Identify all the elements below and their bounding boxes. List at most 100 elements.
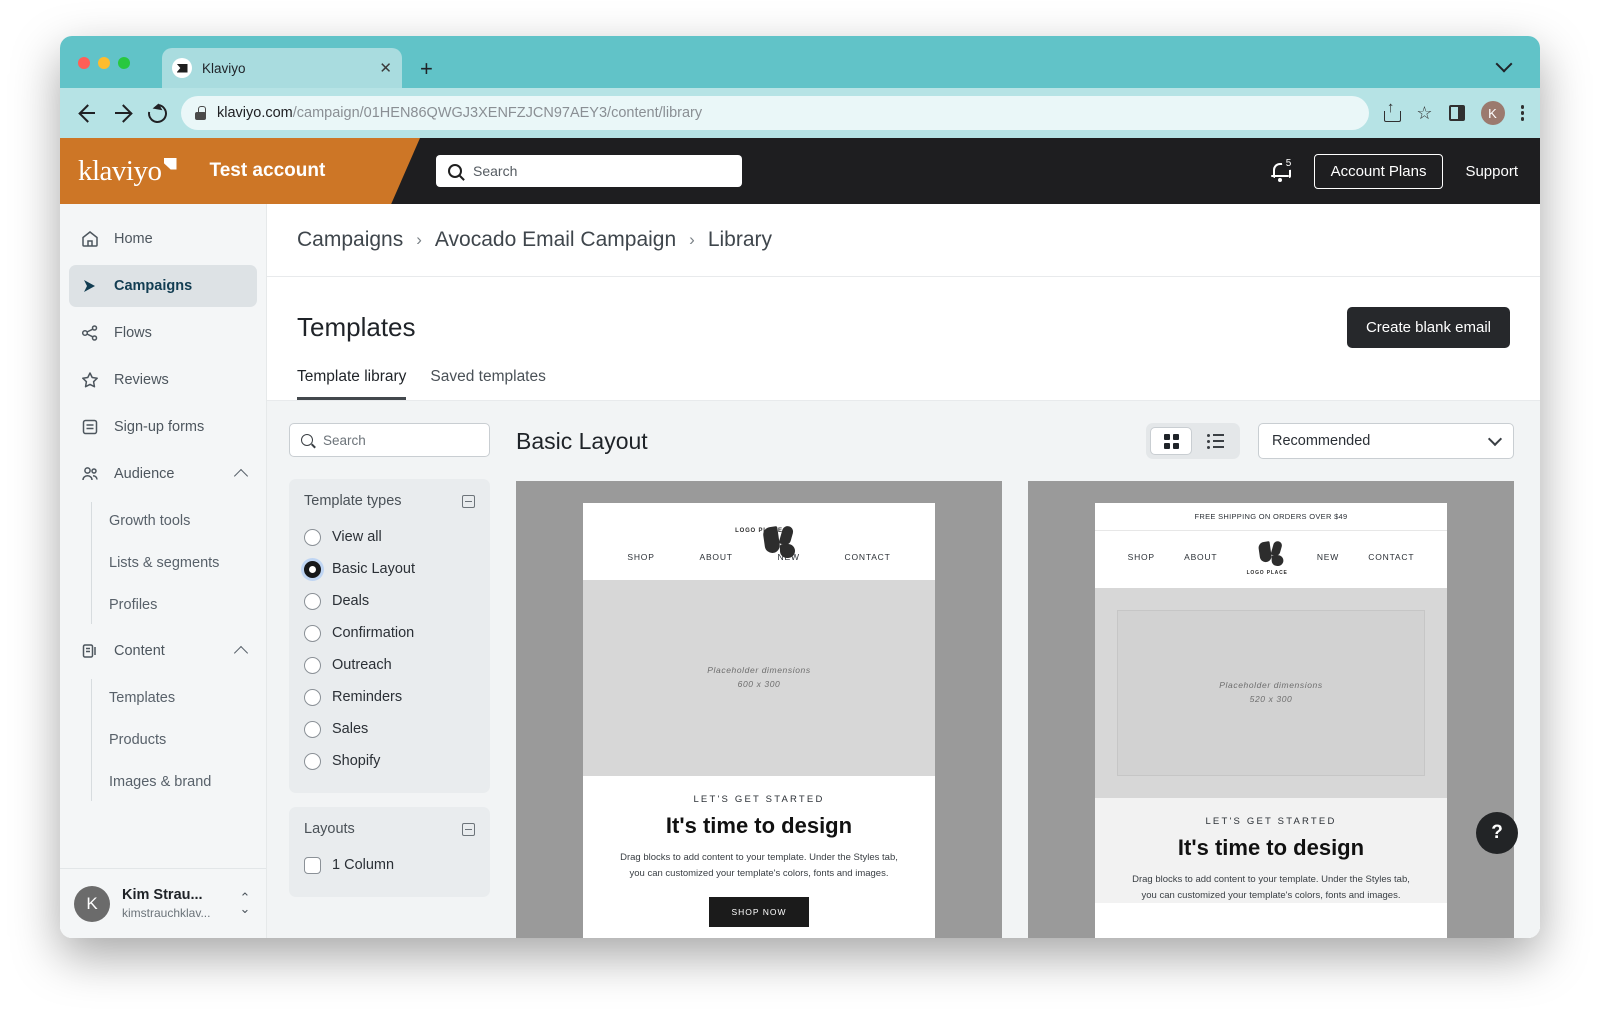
notifications-bell-icon[interactable]: 5: [1270, 159, 1292, 183]
sort-dropdown[interactable]: Recommended: [1258, 423, 1514, 459]
support-link[interactable]: Support: [1465, 163, 1518, 180]
sidebar-item-reviews[interactable]: Reviews: [69, 359, 257, 401]
leaf-logo-icon: [1255, 540, 1278, 563]
chevron-down-icon[interactable]: [1496, 56, 1513, 73]
radio-icon[interactable]: [304, 753, 321, 770]
tab-template-library[interactable]: Template library: [297, 368, 406, 400]
radio-icon[interactable]: [304, 657, 321, 674]
klaviyo-logo[interactable]: klaviyo: [78, 155, 162, 188]
sidebar-item-flows[interactable]: Flows: [69, 312, 257, 354]
radio-icon[interactable]: [304, 625, 321, 642]
filter-option-view-all[interactable]: View all: [304, 521, 475, 553]
help-button[interactable]: ?: [1476, 812, 1518, 854]
radio-icon[interactable]: [304, 689, 321, 706]
gallery-heading: Basic Layout: [516, 428, 648, 455]
filter-option-confirmation[interactable]: Confirmation: [304, 617, 475, 649]
notification-count-badge: 5: [1282, 156, 1296, 170]
reload-icon[interactable]: [144, 100, 170, 126]
chevron-up-icon[interactable]: [234, 469, 248, 483]
template-cards: LOGO PLACE SHOP ABOUT NEW CONTACT: [516, 481, 1514, 938]
filter-option-label: Confirmation: [332, 625, 414, 641]
filter-group-template-types: Template types View all Basic Layout: [289, 479, 490, 793]
email-nav-item: CONTACT: [845, 552, 891, 562]
filter-option-reminders[interactable]: Reminders: [304, 681, 475, 713]
email-body: LET'S GET STARTED It's time to design Dr…: [583, 776, 935, 927]
breadcrumb-item-campaigns[interactable]: Campaigns: [297, 228, 403, 252]
grid-view-icon[interactable]: [1150, 427, 1192, 455]
sidebar-item-profiles[interactable]: Profiles: [109, 584, 248, 626]
account-plans-button[interactable]: Account Plans: [1314, 154, 1444, 189]
sidebar-item-templates[interactable]: Templates: [109, 677, 248, 719]
bell-clapper: [1278, 178, 1282, 182]
share-icon[interactable]: [1383, 104, 1400, 122]
global-search-placeholder: Search: [473, 163, 517, 179]
side-panel-icon[interactable]: [1449, 105, 1465, 121]
placeholder-dimensions-label: Placeholder dimensions: [707, 664, 810, 678]
filter-group-header[interactable]: Layouts: [304, 821, 475, 837]
breadcrumb-item-campaign-name[interactable]: Avocado Email Campaign: [435, 228, 676, 252]
sidebar-item-products[interactable]: Products: [109, 719, 248, 761]
email-nav: SHOP ABOUT LOGO PLACE NEW: [1095, 531, 1447, 588]
create-blank-email-button[interactable]: Create blank email: [1347, 307, 1510, 348]
filter-option-shopify[interactable]: Shopify: [304, 745, 475, 777]
email-eyebrow: LET'S GET STARTED: [613, 794, 905, 805]
filter-search-input[interactable]: Search: [289, 423, 490, 457]
sidebar-group-audience[interactable]: Audience: [69, 453, 257, 495]
sidebar-item-home[interactable]: Home: [69, 218, 257, 260]
bookmark-star-icon[interactable]: ☆: [1416, 104, 1432, 122]
page-tabs: Template library Saved templates: [267, 348, 1540, 401]
breadcrumb-item-library[interactable]: Library: [708, 228, 772, 252]
url-domain: klaviyo.com: [217, 105, 293, 121]
sidebar-item-signup-forms[interactable]: Sign-up forms: [69, 406, 257, 448]
collapse-icon[interactable]: [462, 823, 475, 836]
view-mode-toggle[interactable]: [1146, 423, 1240, 459]
chevron-up-icon[interactable]: [234, 646, 248, 660]
checkbox-icon[interactable]: [304, 857, 321, 874]
radio-icon[interactable]: [304, 593, 321, 610]
window-traffic-lights[interactable]: [78, 57, 130, 69]
list-view-icon[interactable]: [1194, 427, 1236, 455]
search-icon: [301, 434, 313, 446]
filter-option-basic-layout[interactable]: Basic Layout: [304, 553, 475, 585]
sidebar-item-images-brand[interactable]: Images & brand: [109, 761, 248, 803]
filter-option-outreach[interactable]: Outreach: [304, 649, 475, 681]
kebab-menu-icon[interactable]: [1521, 105, 1525, 121]
back-arrow-icon[interactable]: [76, 102, 98, 124]
profile-avatar[interactable]: K: [1481, 101, 1505, 125]
browser-tab[interactable]: Klaviyo ✕: [162, 48, 402, 88]
filter-panel: Search Template types View all: [267, 401, 490, 938]
flows-icon: [80, 323, 100, 343]
close-window-button[interactable]: [78, 57, 90, 69]
collapse-icon[interactable]: [462, 495, 475, 508]
tab-saved-templates[interactable]: Saved templates: [430, 368, 545, 400]
close-icon[interactable]: ✕: [379, 61, 392, 76]
sidebar-item-lists-segments[interactable]: Lists & segments: [109, 542, 248, 584]
radio-icon[interactable]: [304, 721, 321, 738]
forward-arrow-icon[interactable]: [112, 102, 134, 124]
sidebar-group-content[interactable]: Content: [69, 630, 257, 672]
breadcrumb-separator: ›: [689, 230, 695, 250]
sidebar-user-switcher[interactable]: K Kim Strau... kimstrauchklav... ⌃⌄: [60, 868, 266, 938]
maximize-window-button[interactable]: [118, 57, 130, 69]
filter-group-header[interactable]: Template types: [304, 493, 475, 509]
template-card[interactable]: FREE SHIPPING ON ORDERS OVER $49 SHOP AB…: [1028, 481, 1514, 938]
chevron-up-down-icon[interactable]: ⌃⌄: [238, 893, 252, 913]
new-tab-button[interactable]: +: [420, 58, 433, 80]
global-search-input[interactable]: Search: [436, 155, 742, 187]
app-body: Home Campaigns Flows: [60, 204, 1540, 938]
radio-icon-selected[interactable]: [304, 561, 321, 578]
email-nav-item: ABOUT: [699, 552, 732, 562]
sidebar-item-growth-tools[interactable]: Growth tools: [109, 500, 248, 542]
minimize-window-button[interactable]: [98, 57, 110, 69]
email-logo-text: LOGO PLACE: [1247, 570, 1288, 576]
radio-icon[interactable]: [304, 529, 321, 546]
sidebar-item-campaigns[interactable]: Campaigns: [69, 265, 257, 307]
filter-option-sales[interactable]: Sales: [304, 713, 475, 745]
filter-option-deals[interactable]: Deals: [304, 585, 475, 617]
address-bar[interactable]: klaviyo.com/campaign/01HEN86QWGJ3XENFZJC…: [181, 96, 1369, 130]
sidebar-item-label: Reviews: [114, 372, 169, 388]
template-card[interactable]: LOGO PLACE SHOP ABOUT NEW CONTACT: [516, 481, 1002, 938]
sidebar-item-label: Home: [114, 231, 153, 247]
email-nav-item: CONTACT: [1368, 552, 1414, 562]
filter-option-1-column[interactable]: 1 Column: [304, 849, 475, 881]
